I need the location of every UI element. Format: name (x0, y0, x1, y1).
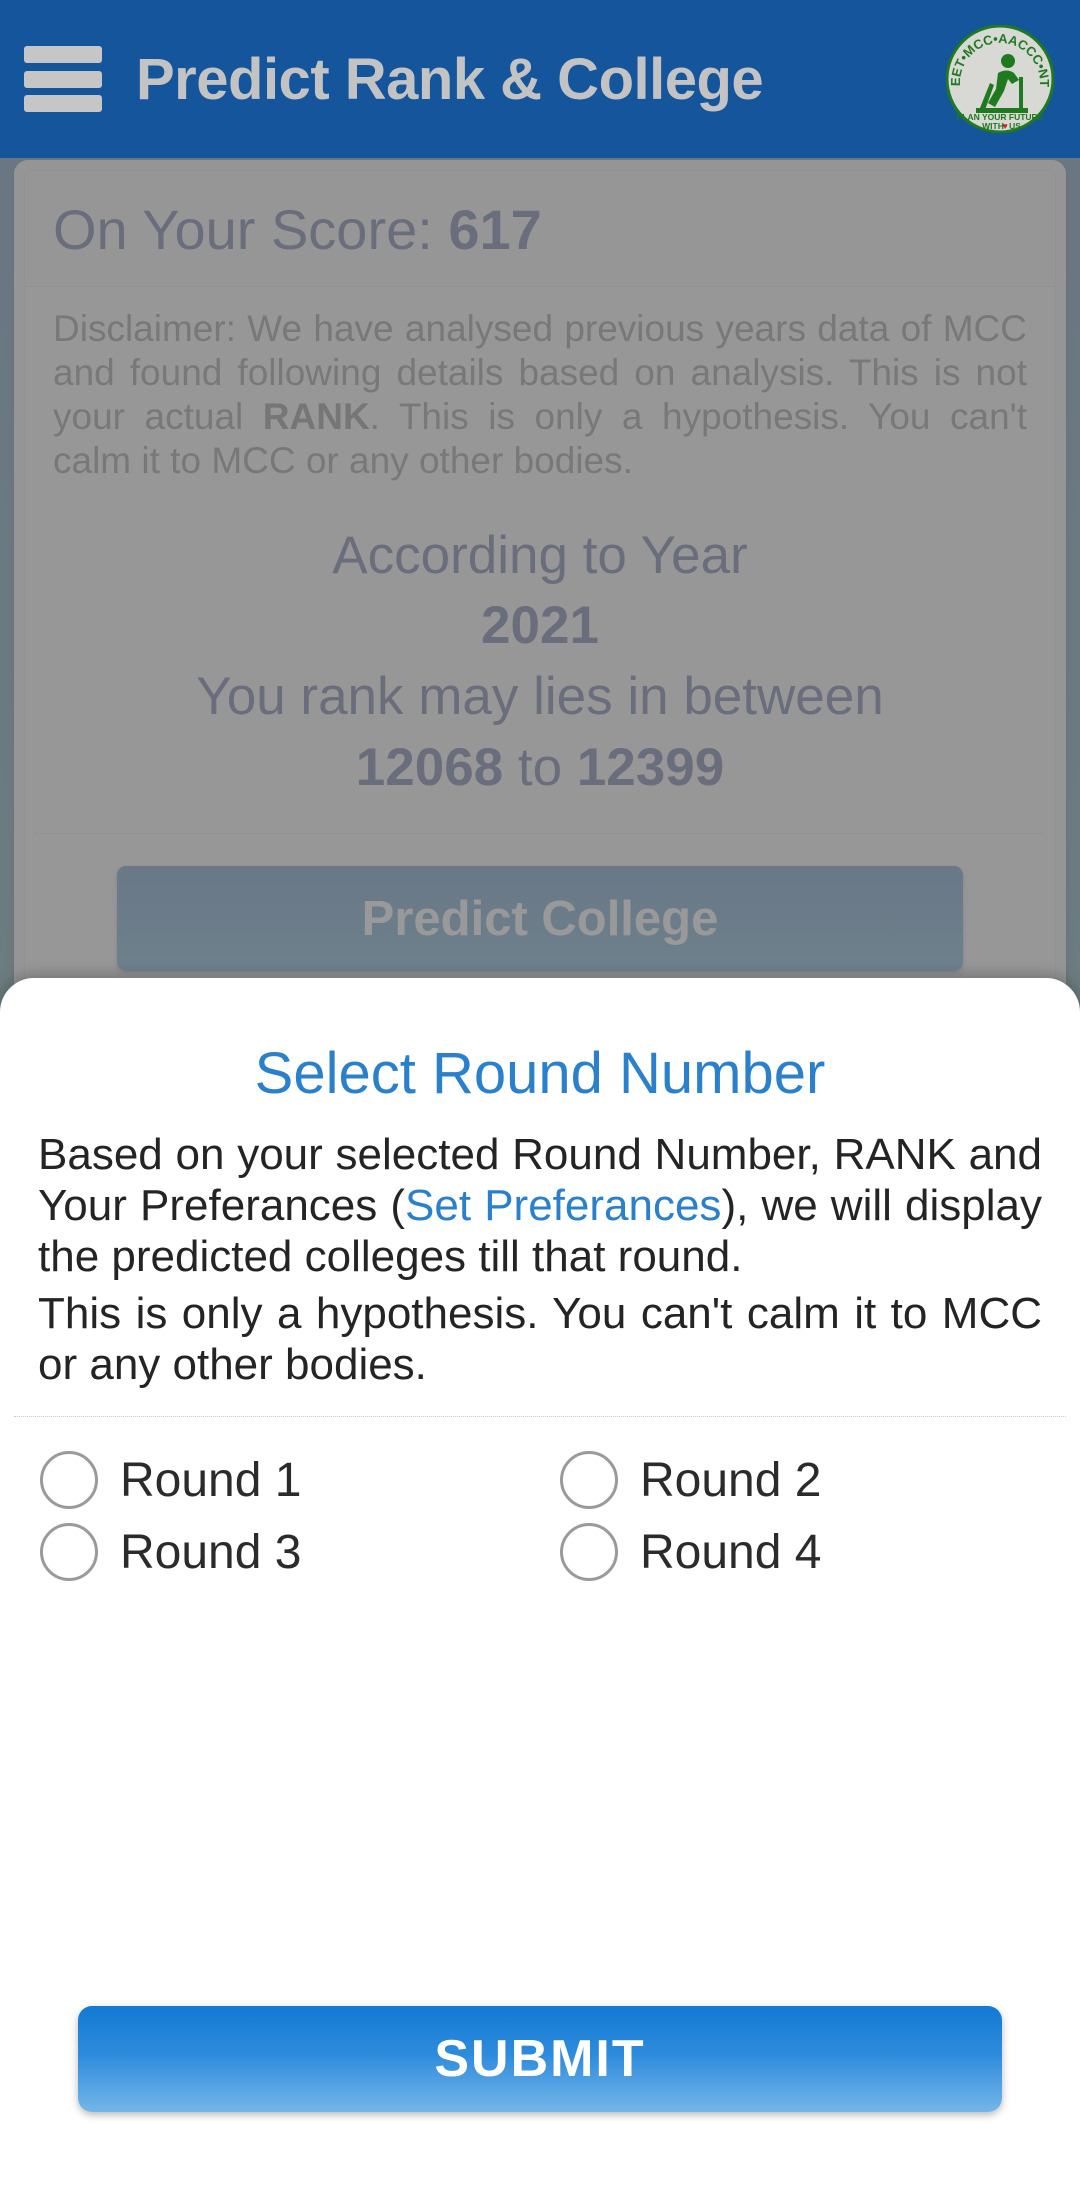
round-option-2[interactable]: Round 2 (560, 1451, 1080, 1510)
hamburger-bar-3 (24, 95, 102, 112)
hamburger-bar-1 (24, 46, 102, 63)
disclaimer-rank-bold: RANK (262, 396, 370, 438)
bottom-sheet-title: Select Round Number (254, 1041, 826, 1106)
round-label-1: Round 1 (120, 1453, 302, 1507)
rank-range-values: 12068 to 12399 (45, 732, 1035, 803)
bottom-sheet-description: Based on your selected Round Number, RAN… (0, 1129, 1080, 1282)
round-option-3[interactable]: Round 3 (40, 1523, 560, 1582)
submit-button-wrap: SUBMIT (0, 2006, 1080, 2196)
hamburger-bar-2 (24, 70, 102, 88)
rank-range-label: You rank may lies in between (196, 666, 884, 726)
svg-text:WITH: WITH (982, 121, 1004, 131)
rank-prediction-block: According to Year 2021 You rank may lies… (25, 483, 1055, 803)
predict-college-wrap: Predict College (25, 834, 1055, 971)
round-label-2: Round 2 (640, 1453, 822, 1507)
page-title: Predict Rank & College (136, 46, 764, 112)
score-line: On Your Score: 617 (53, 197, 1027, 262)
score-value: 617 (448, 198, 542, 261)
neet-mcc-aaccc-nta-logo-icon: NEET•MCC•AACCC•NTA PLAN YOUR FUTURE WITH… (946, 25, 1054, 133)
score-label: On Your Score: (53, 198, 433, 261)
app-bar: Predict Rank & College NEET•MCC•AACCC•NT… (0, 0, 1080, 158)
round-label-4: Round 4 (640, 1525, 822, 1579)
round-label-3: Round 3 (120, 1525, 302, 1579)
hamburger-menu-icon[interactable] (24, 46, 102, 112)
rank-joiner: to (517, 737, 563, 797)
round-option-1[interactable]: Round 1 (40, 1451, 560, 1510)
predict-college-button[interactable]: Predict College (117, 866, 963, 971)
year-value: 2021 (481, 596, 599, 656)
svg-text:♥: ♥ (1002, 121, 1007, 131)
according-to-year-label: According to Year (332, 526, 748, 586)
score-header: On Your Score: 617 (25, 171, 1055, 287)
select-round-bottom-sheet: Select Round Number Based on your select… (0, 978, 1080, 2196)
rank-to: 12399 (576, 737, 725, 797)
set-preferences-link[interactable]: Set Preferances (405, 1181, 721, 1230)
svg-text:US: US (1009, 121, 1021, 131)
radio-icon-round-2[interactable] (560, 1451, 618, 1510)
round-options-group: Round 1 Round 2 Round 3 Round 4 (0, 1417, 1080, 1582)
radio-icon-round-1[interactable] (40, 1451, 98, 1510)
bottom-sheet-description-line-2: This is only a hypothesis. You can't cal… (38, 1289, 1042, 1390)
submit-button[interactable]: SUBMIT (78, 2006, 1002, 2112)
rank-from: 12068 (355, 737, 504, 797)
radio-icon-round-3[interactable] (40, 1523, 98, 1582)
radio-icon-round-4[interactable] (560, 1523, 618, 1582)
round-option-4[interactable]: Round 4 (560, 1523, 1080, 1582)
disclaimer-text: Disclaimer: We have analysed previous ye… (25, 287, 1055, 483)
